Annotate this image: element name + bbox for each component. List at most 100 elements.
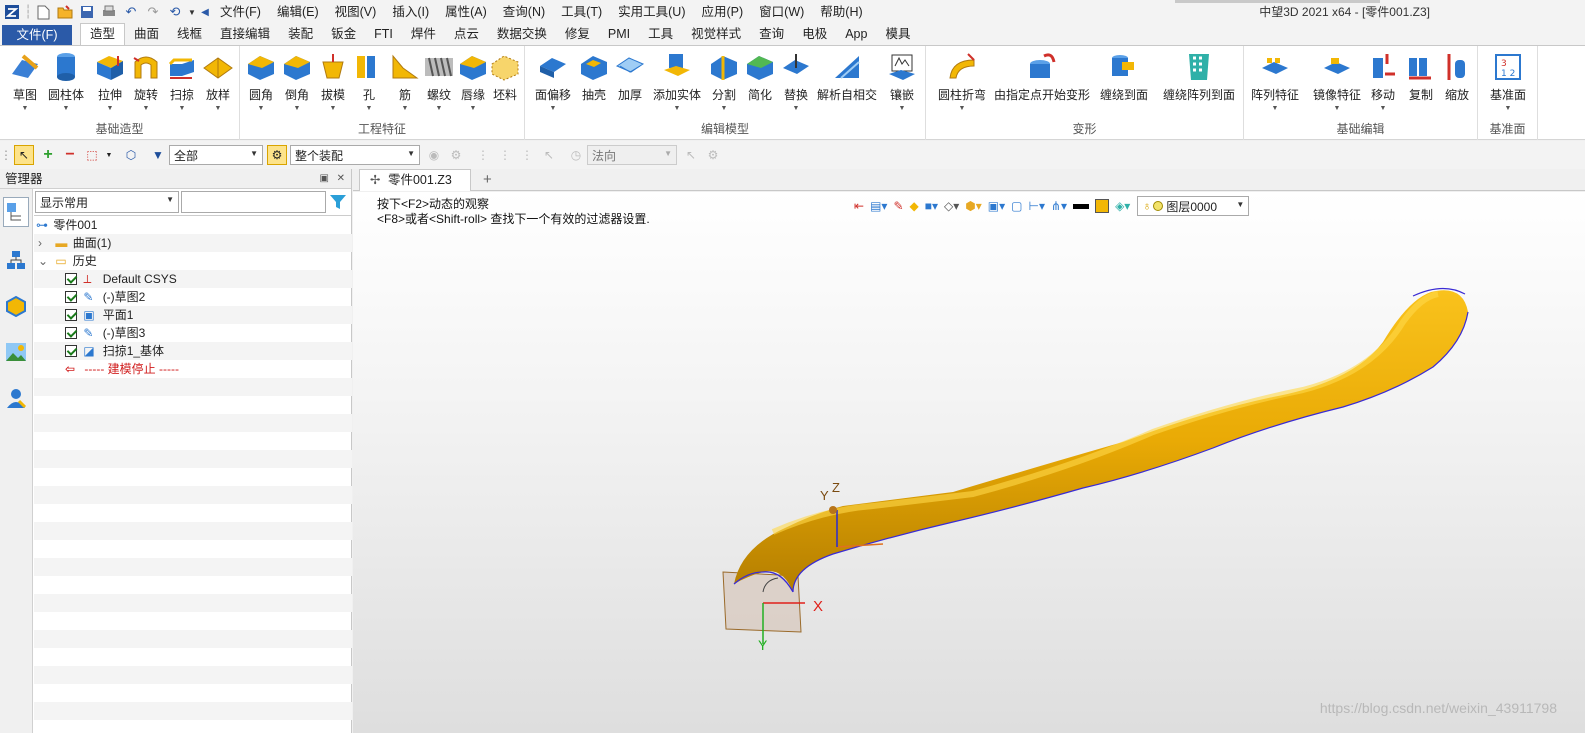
stop-arrow-icon[interactable]: ⇦ [65,360,81,378]
menu-query[interactable]: 查询(N) [495,0,553,24]
thread-button[interactable]: 螺纹 ▼ [422,52,456,112]
collapse-chevron-icon[interactable]: ⌄ [38,252,52,270]
file-tab[interactable]: 文件(F) [2,25,72,45]
menu-view[interactable]: 视图(V) [327,0,385,24]
box-select-icon[interactable]: ⬚ [84,147,100,163]
tab-surface[interactable]: 曲面 [125,24,168,45]
simplify-button[interactable]: 简化 [743,52,777,103]
chevron-down-icon[interactable]: ▼ [106,147,113,163]
chamfer-button[interactable]: 倒角 ▼ [280,52,314,112]
add-solid-button[interactable]: 添加实体 ▼ [649,52,705,112]
menu-tools[interactable]: 工具(T) [553,0,610,24]
print-icon[interactable] [100,3,118,21]
move-button[interactable]: 移动 ▼ [1366,52,1400,112]
visibility-checkbox[interactable] [65,327,77,339]
loft-button[interactable]: 放样 ▼ [200,52,236,112]
history-tree-icon[interactable] [3,197,29,227]
scale-button[interactable]: 缩放 [1440,52,1474,103]
tab-weldment[interactable]: 焊件 [402,24,445,45]
tree-search-input[interactable] [181,191,326,213]
redo-icon[interactable]: ↷ [144,3,162,21]
cylinder-button[interactable]: 圆柱体 ▼ [46,52,86,112]
menu-file[interactable]: 文件(F) [212,0,269,24]
tab-query[interactable]: 查询 [750,24,793,45]
assembly-tree-icon[interactable] [5,249,27,271]
assembly-scope-icon[interactable]: ⚙ [267,145,287,165]
pin-icon[interactable]: ▣ [320,169,329,189]
tree-row-sweep1[interactable]: ◪ 扫掠1_基体 [34,342,352,360]
lip-button[interactable]: 唇缘 ▼ [456,52,490,112]
expand-chevron-icon[interactable]: › [38,234,52,252]
tree-row-default-csys[interactable]: ⟂ Default CSYS [34,270,352,288]
display-filter-combo[interactable]: 显示常用 ▼ [35,191,179,213]
tab-point-cloud[interactable]: 点云 [445,24,488,45]
visibility-checkbox[interactable] [65,309,77,321]
tab-wireframe[interactable]: 线框 [168,24,211,45]
tab-data-exchange[interactable]: 数据交换 [488,24,556,45]
filter-icon[interactable]: ▼ [150,147,166,163]
datum-plane-button[interactable]: 31 2 基准面 ▼ [1484,52,1532,112]
tab-tools[interactable]: 工具 [639,24,682,45]
funnel-filter-icon[interactable] [329,193,347,211]
hexagon-select-icon[interactable]: ⬡ [123,147,139,163]
tree-row-surface[interactable]: › ▬ 曲面(1) [34,234,352,252]
model-canvas[interactable]: X Y Y Z [353,192,1585,733]
tab-electrode[interactable]: 电极 [793,24,836,45]
menu-edit[interactable]: 编辑(E) [269,0,327,24]
replace-button[interactable]: 替换 ▼ [779,52,813,112]
tree-row-root[interactable]: ⊶ 零件001 [34,216,352,234]
tab-pmi[interactable]: PMI [599,24,639,45]
thicken-button[interactable]: 加厚 [613,52,647,103]
collapse-left-icon[interactable]: ◀ [200,3,210,21]
chevron-down-icon[interactable]: ▼ [188,3,196,21]
3d-viewport[interactable]: 按下<F2>动态的观察 <F8>或者<Shift-roll> 查找下一个有效的过… [353,192,1585,733]
mirror-feature-button[interactable]: 镜像特征 ▼ [1312,52,1362,112]
select-pointer-icon[interactable]: ↖ [14,145,34,165]
app-logo-icon[interactable] [2,3,22,21]
tab-assembly[interactable]: 装配 [279,24,322,45]
tree-row-sketch3[interactable]: ✎ (-)草图3 [34,324,352,342]
pattern-feature-button[interactable]: 阵列特征 ▼ [1250,52,1300,112]
document-tab[interactable]: ✢ 零件001.Z3 ✕ [359,169,471,208]
tab-sheet-metal[interactable]: 钣金 [322,24,365,45]
tree-row-history[interactable]: ⌄ ▭ 历史 [34,252,352,270]
user-icon[interactable] [5,387,27,409]
undo-icon[interactable]: ↶ [122,3,140,21]
resolve-self-intersect-button[interactable]: 解析自相交 [817,52,877,103]
rib-button[interactable]: 筋 ▼ [388,52,422,112]
menu-help[interactable]: 帮助(H) [812,0,870,24]
new-tab-icon[interactable]: + [483,169,492,191]
face-offset-button[interactable]: 面偏移 ▼ [531,52,575,112]
tab-visual-style[interactable]: 视觉样式 [682,24,750,45]
assembly-combo[interactable]: 整个装配 ▼ [290,145,420,165]
deform-from-point-button[interactable]: 由指定点开始变形 [994,52,1090,103]
filter-combo[interactable]: 全部 ▼ [169,145,263,165]
visibility-checkbox[interactable] [65,273,77,285]
hole-button[interactable]: 孔 ▼ [352,52,386,112]
tab-direct-edit[interactable]: 直接编辑 [211,24,279,45]
cylinder-bend-button[interactable]: 圆柱折弯 ▼ [932,52,992,112]
image-view-icon[interactable] [5,341,27,363]
save-icon[interactable] [78,3,96,21]
extrude-button[interactable]: 拉伸 ▼ [92,52,128,112]
rotate-view-icon[interactable]: ⟲ [166,3,184,21]
menu-insert[interactable]: 插入(I) [384,0,437,24]
close-icon[interactable]: ✕ [337,169,345,189]
tree-row-stop-marker[interactable]: ⇦ ----- 建模停止 ----- [34,360,352,378]
tab-app[interactable]: App [836,24,876,45]
shell-button[interactable]: 抽壳 [577,52,611,103]
new-file-icon[interactable] [34,3,52,21]
wrap-pattern-to-face-button[interactable]: 缠绕阵列到面 [1158,52,1240,103]
draft-button[interactable]: 拔模 ▼ [316,52,350,112]
sweep-button[interactable]: 扫掠 ▼ [164,52,200,112]
split-button[interactable]: 分割 ▼ [707,52,741,112]
sketch-button[interactable]: 草图 ▼ [7,52,43,112]
wrap-to-face-button[interactable]: 缠绕到面 [1096,52,1152,103]
menu-window[interactable]: 窗口(W) [751,0,812,24]
add-icon[interactable]: + [40,146,56,163]
menu-utilities[interactable]: 实用工具(U) [610,0,693,24]
visibility-checkbox[interactable] [65,345,77,357]
csys-origin-marker[interactable] [829,506,837,514]
remove-icon[interactable]: − [62,146,78,163]
tree-row-sketch2[interactable]: ✎ (-)草图2 [34,288,352,306]
